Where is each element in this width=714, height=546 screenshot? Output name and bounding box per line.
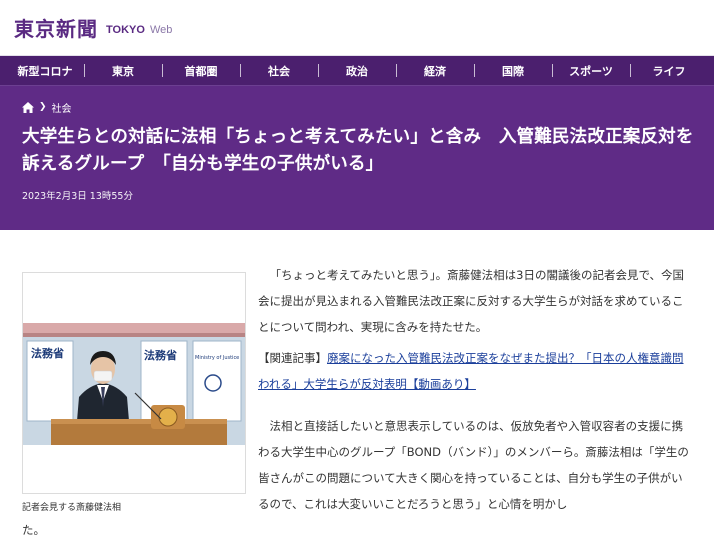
breadcrumb: ❯ 社会 [22, 100, 694, 115]
article-photo-frame: 法務省 法務省 Ministry of Justice [22, 272, 246, 494]
article-paragraph: 「ちょっと考えてみたいと思う」。斎藤健法相は3日の閣議後の記者会見で、今国会に提… [258, 268, 685, 334]
article-header: ❯ 社会 大学生らとの対話に法相「ちょっと考えてみたい」と含み 入管難民法改正案… [0, 86, 714, 230]
site-header: 東京新聞 TOKYO Web [0, 0, 714, 56]
nav-item-society[interactable]: 社会 [240, 56, 318, 85]
nav-item-economy[interactable]: 経済 [396, 56, 474, 85]
photo-sign-text: 法務省 [31, 346, 64, 360]
site-logo[interactable]: 東京新聞 [14, 13, 98, 42]
nav-item-international[interactable]: 国際 [474, 56, 552, 85]
home-icon[interactable] [22, 101, 34, 113]
nav-item-sports[interactable]: スポーツ [552, 56, 630, 85]
article-body: 「ちょっと考えてみたいと思う」。斎藤健法相は3日の閣議後の記者会見で、今国会に提… [258, 262, 694, 517]
nav-item-tokyo[interactable]: 東京 [84, 56, 162, 85]
article-paragraph-tail: た。 [22, 523, 45, 537]
nav-item-corona[interactable]: 新型コロナ [6, 56, 84, 85]
photo-sign-text: Ministry of Justice [195, 355, 239, 361]
article-photo[interactable]: 法務省 法務省 Ministry of Justice [23, 323, 245, 445]
related-label: 【関連記事】 [258, 351, 327, 365]
photo-sign-text: 法務省 [144, 348, 177, 362]
nav-item-politics[interactable]: 政治 [318, 56, 396, 85]
photo-caption: 記者会見する斎藤健法相 [22, 503, 122, 513]
article-paragraph: 法相と直接話したいと意思表示しているのは、仮放免者や入管収容者の支援に携わる大学… [258, 419, 689, 511]
related-article: 【関連記事】廃案になった入管難民法改正案をなぜまた提出？「日本の人権意識問われる… [258, 345, 694, 397]
breadcrumb-section[interactable]: 社会 [52, 100, 72, 115]
site-logo-english[interactable]: TOKYO Web [106, 24, 172, 36]
main-nav: 新型コロナ 東京 首都圏 社会 政治 経済 国際 スポーツ ライフ [0, 56, 714, 86]
article-date: 2023年2月3日 13時55分 [22, 191, 133, 202]
nav-item-metropolitan[interactable]: 首都圏 [162, 56, 240, 85]
nav-item-life[interactable]: ライフ [630, 56, 708, 85]
article-title: 大学生らとの対話に法相「ちょっと考えてみたい」と含み 入管難民法改正案反対を訴え… [22, 127, 694, 174]
chevron-right-icon: ❯ [39, 102, 47, 112]
